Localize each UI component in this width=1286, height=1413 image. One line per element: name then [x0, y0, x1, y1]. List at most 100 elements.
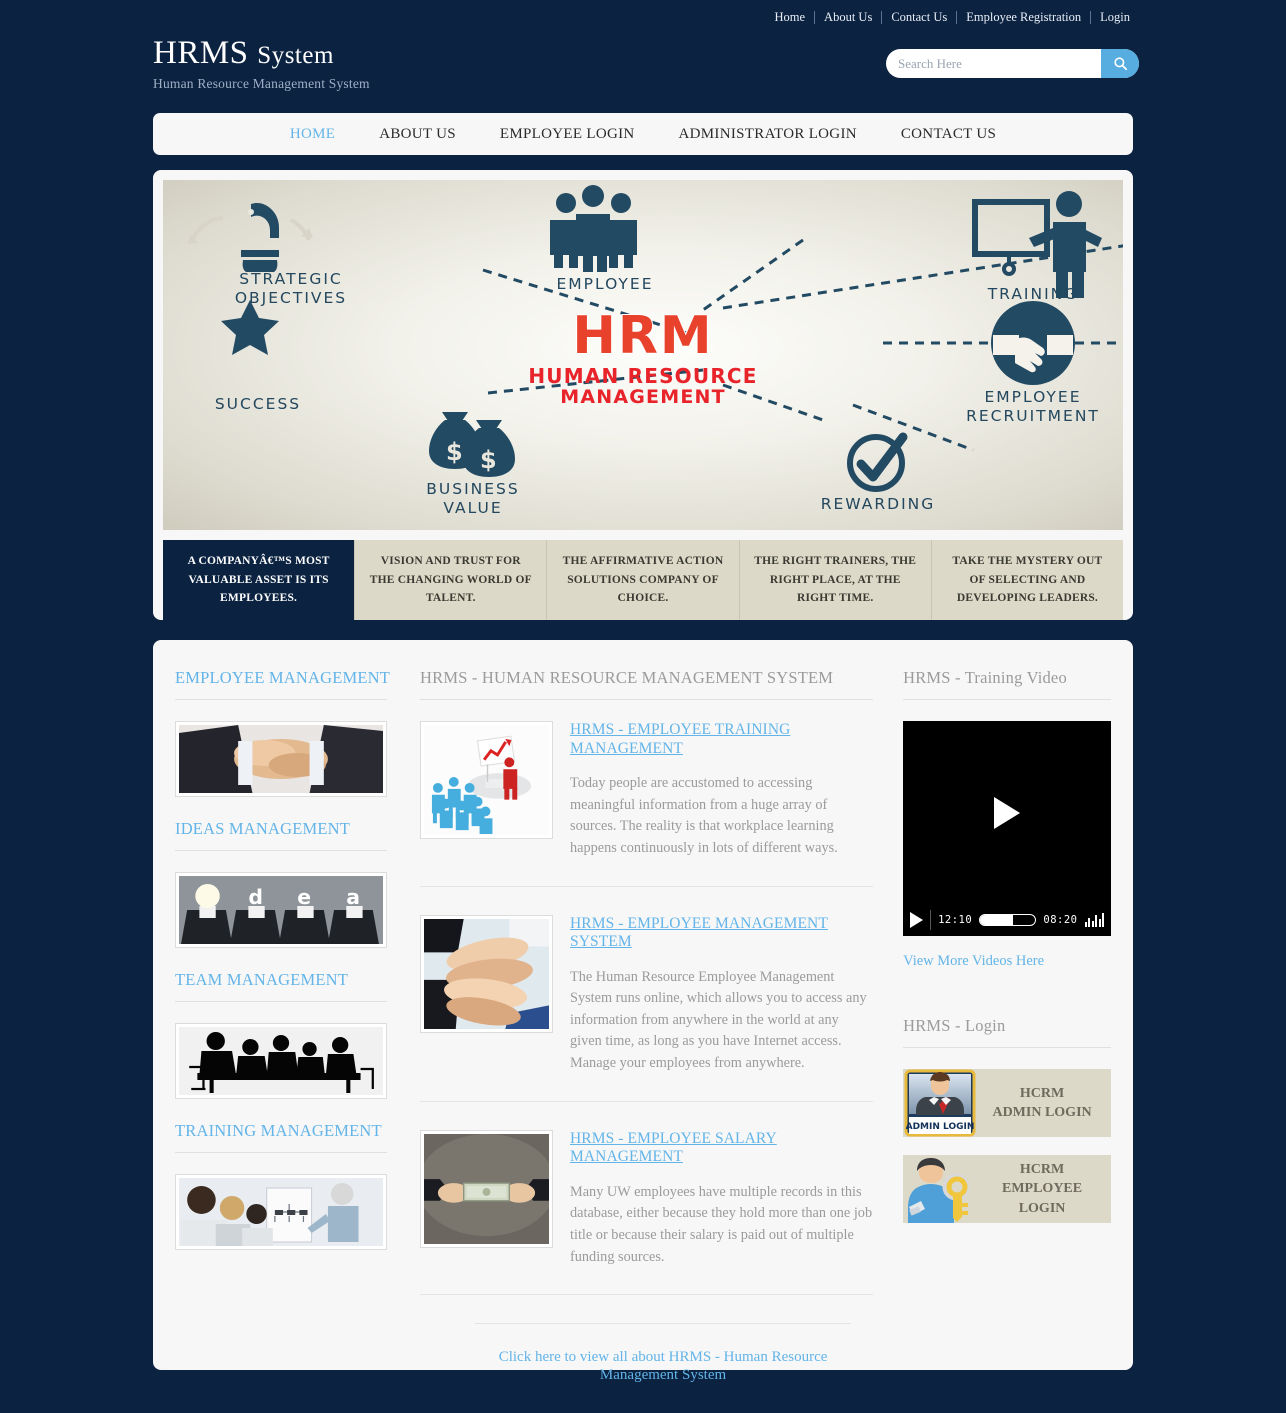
video-progress-fill [980, 915, 1014, 925]
site-tagline: Human Resource Management System [153, 75, 370, 91]
sidebar-heading-employee-management: EMPLOYEE MANAGEMENT [175, 668, 390, 700]
video-progress-bar[interactable] [979, 914, 1037, 926]
sidebar-heading-training-management: TRAINING MANAGEMENT [175, 1121, 387, 1153]
article-item: HRMS - EMPLOYEE SALARY MANAGEMENT Many U… [420, 1129, 874, 1296]
training-chart-figures-image [424, 725, 549, 835]
nav-item-administrator-login[interactable]: ADMINISTRATOR LOGIN [657, 126, 879, 143]
article-body: HRMS - EMPLOYEE MANAGEMENT SYSTEM The Hu… [570, 915, 873, 1075]
banner-caption[interactable]: VISION AND TRUST FOR THE CHANGING WORLD … [355, 540, 548, 620]
sidebar-thumb-employee-management[interactable] [175, 721, 387, 797]
employee-login-button[interactable]: HCRM EMPLOYEE LOGIN [903, 1155, 1111, 1223]
banner-label-success: SUCCESS [214, 395, 302, 413]
money-bags-icon: $ $ [429, 412, 515, 477]
training-art [179, 1178, 383, 1246]
main-nav: HOME ABOUT US EMPLOYEE LOGIN ADMINISTRAT… [153, 113, 1133, 155]
banner-label-strategic-objectives: STRATEGIC OBJECTIVES [234, 270, 348, 308]
cash-handover-image [424, 1133, 549, 1244]
search-button[interactable] [1101, 49, 1139, 78]
chess-knight-icon [241, 203, 279, 272]
banner-label-employee-recruitment: EMPLOYEE RECRUITMENT [966, 388, 1100, 426]
topnav-item-login[interactable]: Login [1091, 10, 1139, 25]
sidebar-thumb-team-management[interactable] [175, 1023, 387, 1099]
banner-label-training: TRAINING [987, 285, 1079, 303]
topnav-item-contact-us[interactable]: Contact Us [882, 10, 956, 25]
svg-text:d: d [248, 885, 263, 909]
divider [930, 910, 932, 930]
banner-caption[interactable]: THE RIGHT TRAINERS, THE RIGHT PLACE, AT … [739, 540, 932, 620]
right-sidebar: HRMS - Training Video 12:10 08:20 View M… [903, 668, 1111, 1384]
stacked-hands-art [424, 918, 549, 1029]
topnav-item-employee-registration[interactable]: Employee Registration [957, 10, 1090, 25]
admin-login-line2: ADMIN LOGIN [992, 1105, 1092, 1120]
view-more-videos-link[interactable]: View More Videos Here [903, 953, 1111, 970]
nav-item-employee-login[interactable]: EMPLOYEE LOGIN [478, 126, 657, 143]
article-thumbnail[interactable] [420, 1129, 553, 1248]
training-session-photo [179, 1178, 383, 1246]
nav-item-home[interactable]: HOME [268, 126, 357, 143]
nav-item-contact-us[interactable]: CONTACT US [879, 126, 1018, 143]
admin-login-line1: HCRM [1019, 1085, 1065, 1101]
svg-text:e: e [297, 885, 311, 909]
search-icon [1113, 57, 1127, 71]
site-brand[interactable]: HRMS System Human Resource Management Sy… [153, 36, 370, 92]
login-heading: HRMS - Login [903, 1016, 1111, 1048]
hrm-diagram-image: $ $ STRATEGIC OBJECTIVES EMPLOYEE TRAINI… [163, 180, 1123, 530]
employee-login-label: HCRM EMPLOYEE LOGIN [977, 1160, 1111, 1218]
banner-caption[interactable]: THE AFFIRMATIVE ACTION SOLUTIONS COMPANY… [547, 540, 740, 620]
banner-caption[interactable]: TAKE THE MYSTERY OUT OF SELECTING AND DE… [931, 540, 1124, 620]
sidebar-thumb-training-management[interactable] [175, 1174, 387, 1250]
view-all-link[interactable]: Click here to view all about HRMS - Huma… [499, 1349, 828, 1383]
play-icon[interactable] [910, 912, 924, 928]
admin-login-button[interactable]: ADMIN LOGIN HCRM ADMIN LOGIN [903, 1069, 1111, 1137]
search-bar[interactable] [886, 49, 1139, 78]
topnav-item-about-us[interactable]: About Us [815, 10, 881, 25]
people-group-icon [550, 185, 637, 272]
employee-key-avatar-icon [903, 1155, 978, 1223]
video-stage[interactable] [903, 721, 1111, 904]
hrm-subtitle-line2: MANAGEMENT [560, 386, 726, 408]
center-bottom-link-row: Click here to view all about HRMS - Huma… [475, 1323, 852, 1384]
svg-text:$: $ [480, 446, 497, 474]
sidebar-heading-team-management: TEAM MANAGEMENT [175, 970, 387, 1002]
admin-login-badge-text: ADMIN LOGIN [906, 1122, 975, 1132]
training-video-player[interactable]: 12:10 08:20 [903, 721, 1111, 936]
search-input[interactable] [886, 49, 1101, 78]
idea-art: d e a [179, 876, 383, 944]
sidebar-heading-ideas-management: IDEAS MANAGEMENT [175, 819, 387, 851]
top-utility-nav: Home About Us Contact Us Employee Regist… [765, 10, 1139, 25]
banner-center-title: HRM HUMAN RESOURCE MANAGEMENT [528, 305, 757, 408]
banner-label-employee: EMPLOYEE [556, 275, 654, 293]
article-title-link[interactable]: HRMS - EMPLOYEE SALARY MANAGEMENT [570, 1130, 873, 1167]
article-text: Today people are accustomed to accessing… [570, 775, 838, 856]
center-heading: HRMS - HUMAN RESOURCE MANAGEMENT SYSTEM [420, 668, 874, 700]
article-text: Many UW employees have multiple records … [570, 1183, 873, 1265]
article-thumbnail[interactable] [420, 721, 553, 839]
cash-handover-art [424, 1133, 549, 1244]
sidebar-thumb-ideas-management[interactable]: d e a [175, 872, 387, 948]
video-elapsed-time: 12:10 [938, 914, 973, 926]
topnav-item-home[interactable]: Home [765, 10, 814, 25]
article-item: HRMS - EMPLOYEE TRAINING MANAGEMENT Toda… [420, 721, 874, 887]
article-title-link[interactable]: HRMS - EMPLOYEE TRAINING MANAGEMENT [570, 721, 873, 758]
idea-suits-photo: d e a [179, 876, 383, 944]
site-title-main: HRMS [153, 35, 249, 71]
banner-label-rewarding: REWARDING [820, 495, 936, 513]
content-panel: EMPLOYEE MANAGEMENT IDEAS MANAGEMENT d e… [153, 640, 1133, 1383]
video-control-bar: 12:10 08:20 [903, 904, 1111, 936]
play-icon[interactable] [994, 796, 1021, 829]
admin-avatar-icon: ADMIN LOGIN [903, 1069, 977, 1137]
svg-text:$: $ [446, 438, 463, 466]
check-circle-icon [847, 432, 908, 492]
banner-caption[interactable]: A COMPANYÂ€™S MOST VALUABLE ASSET IS ITS… [163, 540, 356, 620]
center-column: HRMS - HUMAN RESOURCE MANAGEMENT SYSTEM [420, 668, 874, 1384]
page-root: Home About Us Contact Us Employee Regist… [0, 0, 1286, 1413]
handshake-team-photo [179, 725, 383, 793]
article-thumbnail[interactable] [420, 914, 553, 1033]
left-sidebar: EMPLOYEE MANAGEMENT IDEAS MANAGEMENT d e… [175, 668, 390, 1384]
banner-caption-strip: A COMPANYÂ€™S MOST VALUABLE ASSET IS ITS… [163, 540, 1124, 620]
article-title-link[interactable]: HRMS - EMPLOYEE MANAGEMENT SYSTEM [570, 915, 873, 952]
volume-icon[interactable] [1084, 913, 1104, 927]
admin-avatar-art: ADMIN LOGIN [904, 1069, 976, 1137]
nav-item-about-us[interactable]: ABOUT US [357, 126, 478, 143]
svg-text:a: a [346, 885, 360, 909]
